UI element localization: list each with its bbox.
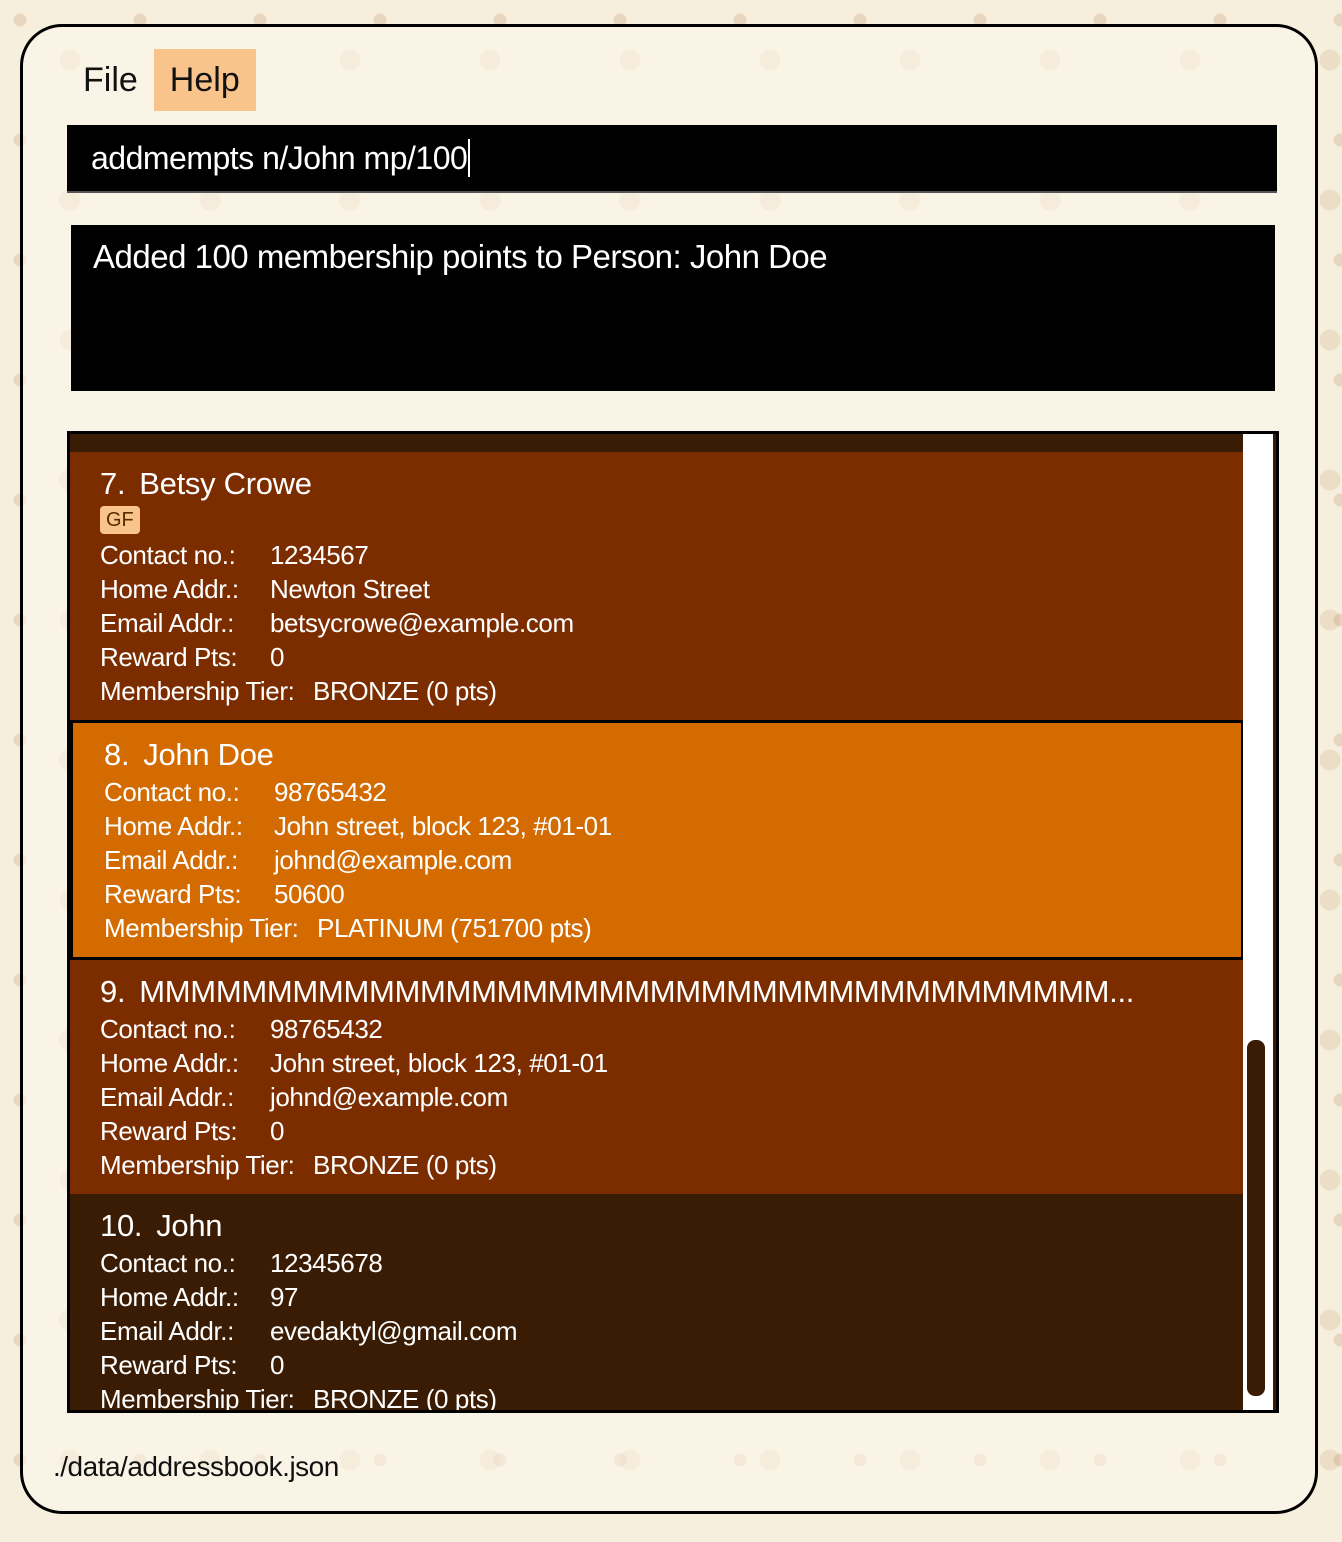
tier-label: Membership Tier: bbox=[100, 1384, 295, 1413]
person-home-row: Home Addr.: Newton Street bbox=[100, 572, 1214, 606]
person-contact-row: Contact no.: 1234567 bbox=[100, 538, 1214, 572]
reward-value: 0 bbox=[270, 1116, 285, 1146]
contact-value: 1234567 bbox=[270, 540, 369, 570]
contact-label: Contact no.: bbox=[100, 1248, 236, 1278]
contact-value: 98765432 bbox=[274, 777, 387, 807]
menu-bar: File Help bbox=[67, 49, 256, 111]
person-index: 10. bbox=[100, 1208, 143, 1243]
person-name-text: MMMMMMMMMMMMMMMMMMMMMMMMMMMMMMMMMMMMMM..… bbox=[139, 974, 1135, 1009]
menu-file[interactable]: File bbox=[67, 49, 154, 111]
person-email-row: Email Addr.: evedaktyl@gmail.com bbox=[100, 1314, 1214, 1348]
person-reward-row: Reward Pts: 0 bbox=[100, 1348, 1214, 1382]
home-value: 97 bbox=[270, 1282, 299, 1312]
person-name: 9. MMMMMMMMMMMMMMMMMMMMMMMMMMMMMMMMMMMMMM… bbox=[100, 972, 1214, 1012]
person-contact-row: Contact no.: 98765432 bbox=[104, 775, 1211, 809]
reward-label: Reward Pts: bbox=[100, 1116, 238, 1146]
contact-label: Contact no.: bbox=[100, 1014, 236, 1044]
person-contact-row: Contact no.: 98765432 bbox=[100, 1012, 1214, 1046]
list-item-partial[interactable] bbox=[70, 434, 1244, 452]
reward-value: 50600 bbox=[274, 879, 345, 909]
person-home-row: Home Addr.: John street, block 123, #01-0… bbox=[104, 809, 1211, 843]
person-contact-row: Contact no.: 12345678 bbox=[100, 1246, 1214, 1280]
person-list[interactable]: 7. Betsy Crowe GF Contact no.: 1234567 Hom… bbox=[67, 431, 1279, 1413]
reward-label: Reward Pts: bbox=[100, 642, 238, 672]
status-file-path: ./data/addressbook.json bbox=[53, 1451, 339, 1482]
reward-value: 0 bbox=[270, 1350, 285, 1380]
email-label: Email Addr.: bbox=[100, 1316, 234, 1346]
person-card[interactable]: 9. MMMMMMMMMMMMMMMMMMMMMMMMMMMMMMMMMMMMMM… bbox=[70, 960, 1244, 1194]
person-home-row: Home Addr.: 97 bbox=[100, 1280, 1214, 1314]
person-name-text: Betsy Crowe bbox=[139, 466, 312, 501]
tier-value: BRONZE (0 pts) bbox=[313, 1150, 497, 1180]
reward-value: 0 bbox=[270, 642, 285, 672]
person-index: 9. bbox=[100, 974, 126, 1009]
tier-value: PLATINUM (751700 pts) bbox=[317, 913, 592, 943]
reward-label: Reward Pts: bbox=[100, 1350, 238, 1380]
reward-label: Reward Pts: bbox=[104, 879, 242, 909]
home-label: Home Addr.: bbox=[100, 1282, 239, 1312]
person-name: 10. John bbox=[100, 1206, 1214, 1246]
command-input[interactable]: addmempts n/John mp/100 bbox=[67, 125, 1277, 193]
person-list-content: 7. Betsy Crowe GF Contact no.: 1234567 Hom… bbox=[70, 434, 1244, 1413]
tier-value: BRONZE (0 pts) bbox=[313, 676, 497, 706]
email-label: Email Addr.: bbox=[100, 608, 234, 638]
email-value: betsycrowe@example.com bbox=[270, 608, 574, 638]
person-card-selected[interactable]: 8. John Doe Contact no.: 98765432 Home Add… bbox=[70, 720, 1244, 960]
person-name: 8. John Doe bbox=[104, 735, 1211, 775]
person-tier-row: Membership Tier: BRONZE (0 pts) bbox=[100, 1148, 1214, 1182]
contact-value: 12345678 bbox=[270, 1248, 383, 1278]
person-reward-row: Reward Pts: 50600 bbox=[104, 877, 1211, 911]
tier-label: Membership Tier: bbox=[104, 913, 299, 943]
contact-label: Contact no.: bbox=[100, 540, 236, 570]
person-home-row: Home Addr.: John street, block 123, #01-0… bbox=[100, 1046, 1214, 1080]
tier-label: Membership Tier: bbox=[100, 1150, 295, 1180]
person-tier-row: Membership Tier: PLATINUM (751700 pts) bbox=[104, 911, 1211, 945]
person-name-text: John Doe bbox=[143, 737, 274, 772]
person-reward-row: Reward Pts: 0 bbox=[100, 1114, 1214, 1148]
list-scrollbar[interactable] bbox=[1243, 434, 1273, 1410]
home-label: Home Addr.: bbox=[100, 1048, 239, 1078]
scrollbar-thumb[interactable] bbox=[1247, 1040, 1265, 1396]
email-label: Email Addr.: bbox=[104, 845, 238, 875]
person-reward-row: Reward Pts: 0 bbox=[100, 640, 1214, 674]
tier-label: Membership Tier: bbox=[100, 676, 295, 706]
home-value: John street, block 123, #01-01 bbox=[270, 1048, 608, 1078]
app-window: File Help addmempts n/John mp/100 Added … bbox=[20, 24, 1318, 1514]
person-email-row: Email Addr.: johnd@example.com bbox=[104, 843, 1211, 877]
email-label: Email Addr.: bbox=[100, 1082, 234, 1112]
person-email-row: Email Addr.: betsycrowe@example.com bbox=[100, 606, 1214, 640]
email-value: evedaktyl@gmail.com bbox=[270, 1316, 518, 1346]
person-index: 8. bbox=[104, 737, 130, 772]
email-value: johnd@example.com bbox=[270, 1082, 508, 1112]
menu-help[interactable]: Help bbox=[153, 49, 256, 111]
tier-value: BRONZE (0 pts) bbox=[313, 1384, 497, 1413]
person-tier-row: Membership Tier: BRONZE (0 pts) bbox=[100, 674, 1214, 708]
email-value: johnd@example.com bbox=[274, 845, 512, 875]
person-card[interactable]: 10. John Contact no.: 12345678 Home Addr.:… bbox=[70, 1194, 1244, 1413]
person-name: 7. Betsy Crowe bbox=[100, 464, 1214, 504]
contact-label: Contact no.: bbox=[104, 777, 240, 807]
result-message: Added 100 membership points to Person: J… bbox=[93, 238, 828, 275]
home-label: Home Addr.: bbox=[104, 811, 243, 841]
person-tag: GF bbox=[100, 506, 140, 534]
result-display: Added 100 membership points to Person: J… bbox=[71, 225, 1275, 391]
home-value: John street, block 123, #01-01 bbox=[274, 811, 612, 841]
person-name-text: John bbox=[156, 1208, 223, 1243]
command-input-text[interactable]: addmempts n/John mp/100 bbox=[91, 139, 471, 177]
person-email-row: Email Addr.: johnd@example.com bbox=[100, 1080, 1214, 1114]
contact-value: 98765432 bbox=[270, 1014, 383, 1044]
home-label: Home Addr.: bbox=[100, 574, 239, 604]
home-value: Newton Street bbox=[270, 574, 430, 604]
person-card[interactable]: 7. Betsy Crowe GF Contact no.: 1234567 Hom… bbox=[70, 452, 1244, 720]
person-index: 7. bbox=[100, 466, 126, 501]
person-tier-row: Membership Tier: BRONZE (0 pts) bbox=[100, 1382, 1214, 1413]
